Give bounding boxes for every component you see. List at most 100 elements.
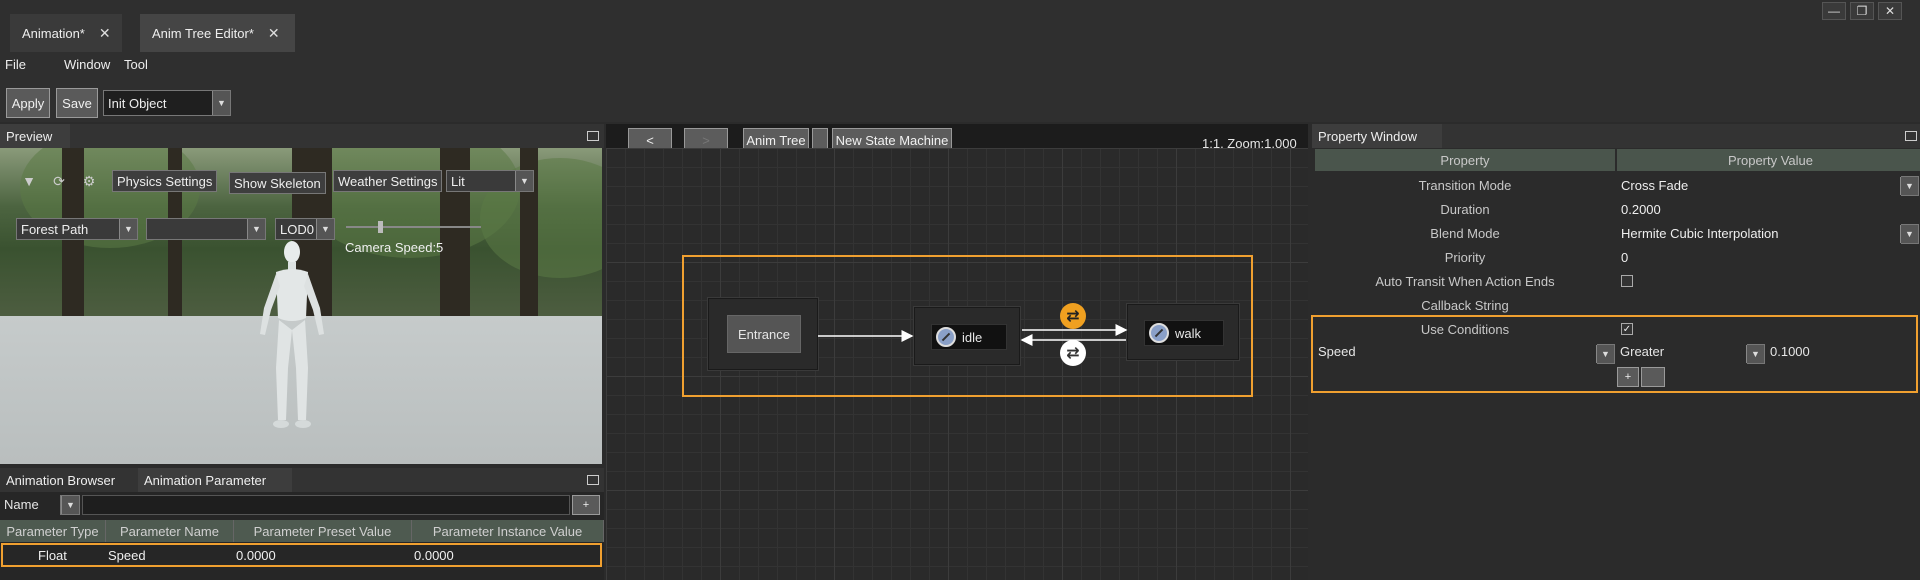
filter-select[interactable]: ▼ [60,495,80,515]
camera-speed-handle[interactable] [377,221,383,233]
camera-speed-label: Camera Speed:5 [345,240,444,255]
property-header-row: Property Property Value [1315,149,1920,173]
row-name[interactable]: Speed [108,545,146,565]
close-button[interactable]: ✕ [1878,2,1902,20]
property-header: Property Window [1312,124,1920,148]
pin-icon[interactable] [1905,131,1917,141]
preview-header: Preview [0,124,604,148]
lighting-select[interactable]: Lit ▼ [446,170,534,192]
object-select-value: Init Object [108,95,167,111]
chevron-down-icon: ▼ [316,219,334,239]
weather-settings-button[interactable]: Weather Settings [333,170,443,192]
scene-variant-select[interactable]: ▼ [146,218,266,240]
menu-file[interactable]: File [5,57,26,72]
lighting-value: Lit [451,173,465,189]
row-type: Float [38,547,67,563]
tab-property-window[interactable]: Property Window [1312,124,1442,148]
blend-mode-value: Hermite Cubic Interpolation [1621,225,1779,241]
transition-mode-select[interactable]: Cross Fade ▼ [1617,173,1920,197]
lod-value: LOD0 [280,221,314,237]
pin-icon[interactable] [587,475,599,485]
tab-animation-parameter[interactable]: Animation Parameter [138,468,292,492]
chevron-down-icon: ▼ [1900,225,1918,243]
restore-button[interactable]: ❐ [1850,2,1874,20]
chevron-down-icon: ▼ [1746,345,1764,363]
callback-string-input[interactable] [1617,293,1920,317]
add-condition-button[interactable]: + [1617,367,1639,387]
auto-transit-checkbox[interactable] [1621,275,1633,287]
chevron-down-icon: ▼ [119,219,137,239]
physics-settings-button[interactable]: Physics Settings [112,170,218,192]
priority-input[interactable]: 0 [1617,245,1920,269]
column-parameter-instance-value[interactable]: Parameter Instance Value [412,520,604,542]
auto-transit-cell [1617,269,1920,293]
column-parameter-type[interactable]: Parameter Type [0,520,106,542]
preview-viewport[interactable]: ▼ ⟳ ⚙ Physics Settings Show Skeleton Wea… [0,148,602,464]
viewport-menu-icon[interactable]: ▼ [20,172,38,190]
condition-operator[interactable]: Greater [1620,344,1664,359]
column-parameter-name[interactable]: Parameter Name [106,520,234,542]
condition-parameter-select[interactable]: ▼ [1596,344,1615,364]
physics-icon[interactable]: ⚙ [80,172,98,190]
column-parameter-preset-value[interactable]: Parameter Preset Value [234,520,412,542]
menu-window[interactable]: Window [64,57,110,72]
apply-button[interactable]: Apply [6,88,50,118]
chevron-down-icon: ▼ [212,91,230,115]
condition-value[interactable]: 0.1000 [1770,344,1810,359]
tab-animation-browser[interactable]: Animation Browser [0,468,121,492]
row-instance[interactable]: 0.0000 [414,545,454,565]
transition-arrows [818,324,1128,346]
property-label: Duration [1440,201,1490,217]
property-column: Property [1315,149,1615,171]
minimize-button[interactable]: — [1822,2,1846,20]
blend-mode-select[interactable]: Hermite Cubic Interpolation ▼ [1617,221,1920,245]
condition-parameter[interactable]: Speed [1318,344,1356,359]
chevron-down-icon: ▼ [247,219,265,239]
chevron-down-icon: ▼ [1900,177,1918,195]
property-row-use-conditions: Use Conditions ✓ [1315,317,1920,341]
use-conditions-checkbox[interactable]: ✓ [1621,323,1633,335]
object-select[interactable]: Init Object ▼ [103,90,231,116]
condition-operator-select[interactable]: ▼ [1746,344,1765,364]
close-icon[interactable]: ✕ [99,25,111,42]
condition-row: Speed ▼ Greater ▼ 0.1000 [1315,341,1920,365]
scene-value: Forest Path [21,221,89,237]
scene-select[interactable]: Forest Path ▼ [16,218,138,240]
property-label: Transition Mode [1418,177,1512,193]
camera-speed-slider[interactable] [346,226,481,228]
chevron-down-icon: ▼ [515,171,533,191]
filter-input[interactable] [82,495,570,515]
show-skeleton-button[interactable]: Show Skeleton [229,172,326,194]
tab-label: Animation* [22,25,85,41]
pin-icon[interactable] [587,131,599,141]
row-preset[interactable]: 0.0000 [236,545,276,565]
property-label: Blend Mode [1430,225,1500,241]
browser-header: Animation Browser Animation Parameter [0,468,604,492]
lod-select[interactable]: LOD0 ▼ [275,218,335,240]
tab-anim-tree-editor[interactable]: Anim Tree Editor* ✕ [140,14,295,52]
property-value-column: Property Value [1617,149,1920,171]
duration-input[interactable]: 0.2000 [1617,197,1920,221]
property-label: Callback String [1421,297,1509,313]
property-row-priority: Priority 0 [1315,245,1920,269]
menu-bar: File Window Tool [0,52,1920,78]
save-button[interactable]: Save [56,88,98,118]
toolbar [0,78,1920,122]
property-label: Priority [1444,249,1486,265]
transition-icon[interactable]: ⇄ [1060,340,1086,366]
remove-condition-button[interactable] [1641,367,1665,387]
tab-animation[interactable]: Animation* ✕ [10,14,122,52]
property-label: Auto Transit When Action Ends [1375,273,1555,289]
add-parameter-button[interactable]: + [572,495,600,515]
close-icon[interactable]: ✕ [268,25,280,42]
chevron-down-icon: ▼ [61,496,79,514]
refresh-icon[interactable]: ⟳ [50,172,68,190]
filter-label: Name [4,497,39,512]
property-row-transition-mode: Transition Mode Cross Fade ▼ [1315,173,1920,197]
menu-tool[interactable]: Tool [124,57,148,72]
transition-selected-icon[interactable]: ⇄ [1060,303,1086,329]
tab-preview[interactable]: Preview [0,124,70,148]
highlight-parameter-row [1,543,602,567]
tab-label: Anim Tree Editor* [152,25,254,41]
title-bar: Animation* ✕ Anim Tree Editor* ✕ — ❐ ✕ [0,0,1920,52]
